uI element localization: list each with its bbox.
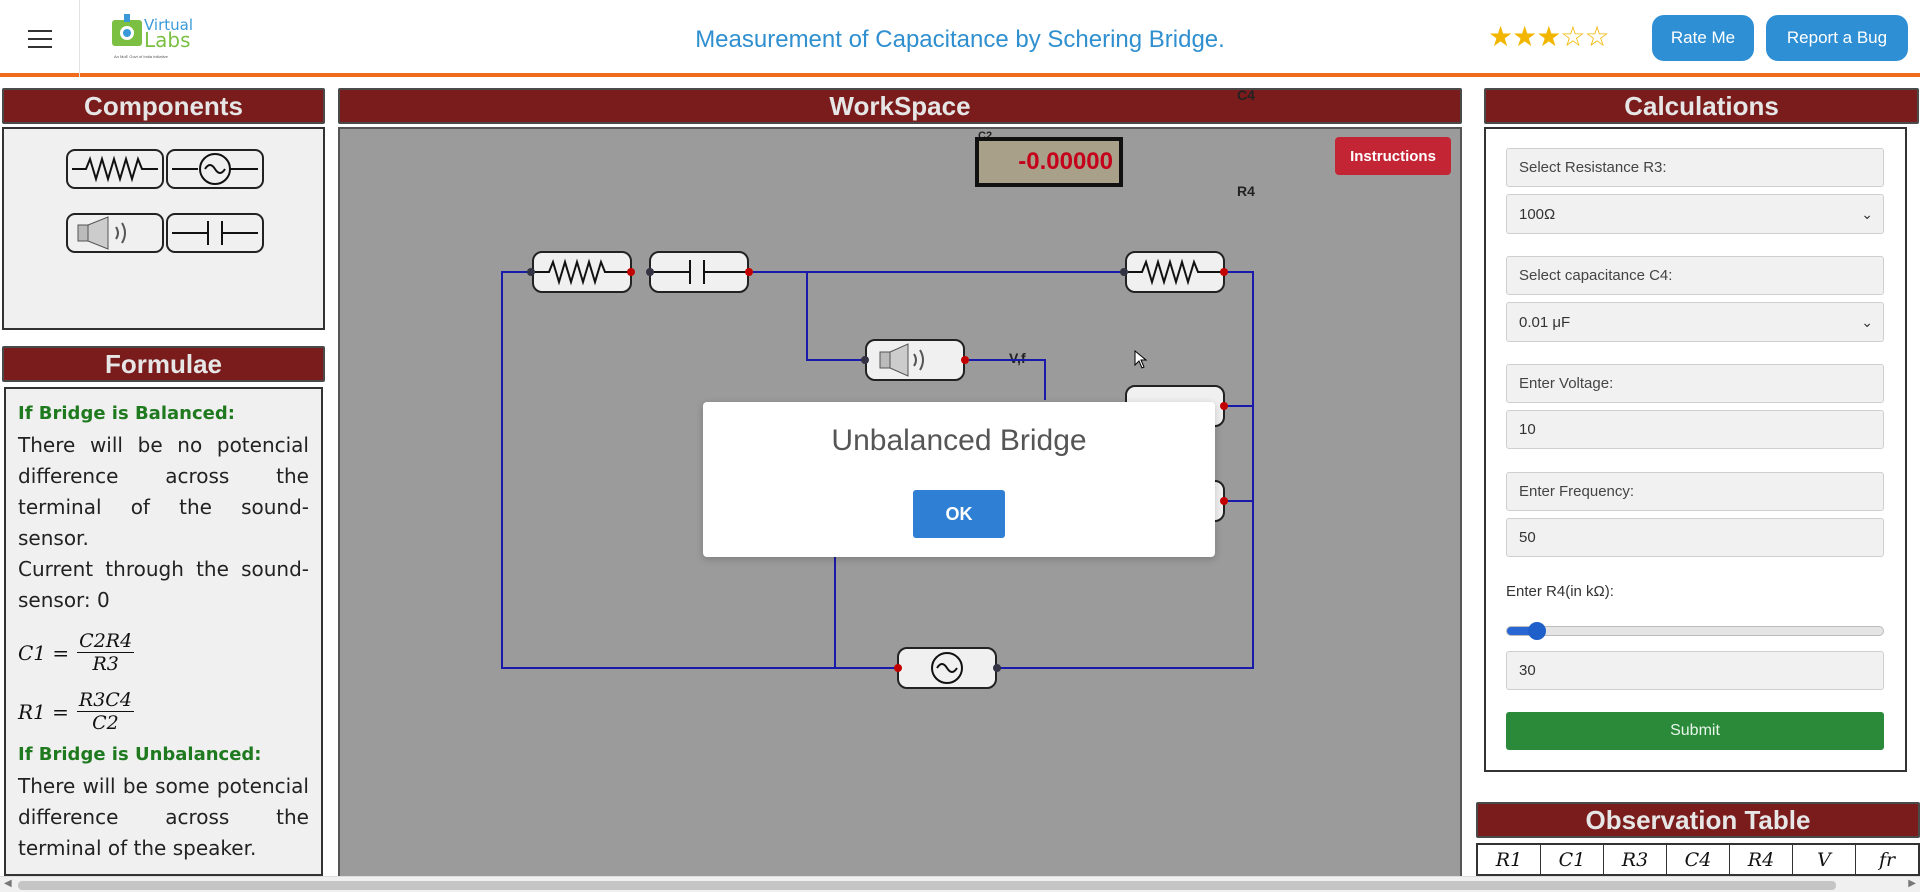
- formulae-panel: If Bridge is Balanced: There will be no …: [4, 387, 323, 876]
- star-filled-icon[interactable]: ★: [1536, 21, 1561, 52]
- r3-select-value: 100Ω: [1519, 205, 1556, 223]
- formula-r1-lhs: R1 =: [18, 699, 69, 724]
- chevron-down-icon: ⌄: [1861, 314, 1873, 330]
- r4-label: Enter R4(in kΩ):: [1506, 583, 1614, 600]
- logo-subtitle: An MoE Govt of India Initiative: [114, 54, 168, 59]
- frequency-input[interactable]: 50: [1506, 518, 1884, 557]
- flask-logo-icon: [112, 14, 142, 46]
- r3-label-field: Select Resistance R3:: [1506, 148, 1884, 187]
- unbalanced-text: There will be some potencial difference …: [18, 774, 309, 860]
- formula-r1: R1 = R3C4 C2: [18, 689, 309, 734]
- star-filled-icon[interactable]: ★: [1488, 21, 1513, 52]
- logo-line2: Labs: [144, 28, 191, 52]
- logo-text: Virtual Labs: [144, 18, 193, 52]
- scroll-right-icon[interactable]: ▶: [1908, 878, 1916, 889]
- speaker-icon: [77, 216, 126, 250]
- label-c4: C4: [1237, 87, 1255, 103]
- ac-source-icon: [172, 153, 258, 185]
- galvanometer-display: -0.00000: [975, 137, 1123, 187]
- formula-c1: C1 = C2R4 R3: [18, 630, 309, 675]
- star-empty-icon[interactable]: ☆: [1584, 21, 1609, 52]
- star-empty-icon[interactable]: ☆: [1560, 21, 1585, 52]
- r4-value-input[interactable]: 30: [1506, 651, 1884, 690]
- star-filled-icon[interactable]: ★: [1512, 21, 1537, 52]
- submit-button[interactable]: Submit: [1506, 712, 1884, 750]
- rate-me-button[interactable]: Rate Me: [1652, 15, 1754, 61]
- formula-r1-den: C2: [92, 712, 119, 734]
- col-c1: C1: [1541, 845, 1604, 874]
- c4-select[interactable]: 0.01 μF ⌄: [1506, 302, 1884, 342]
- top-header: Virtual Labs An MoE Govt of India Initia…: [0, 0, 1920, 77]
- horizontal-scrollbar[interactable]: ◀ ▶: [0, 876, 1920, 892]
- observation-table: R1 C1 R3 C4 R4 V fr: [1476, 843, 1920, 876]
- instructions-button[interactable]: Instructions: [1335, 137, 1451, 175]
- alert-dialog: Unbalanced Bridge OK: [703, 402, 1215, 557]
- formulae-header: Formulae: [2, 346, 325, 382]
- formula-r1-num: R3C4: [76, 689, 134, 712]
- capacitor-icon: [172, 221, 258, 245]
- label-vf: V,f: [1009, 350, 1026, 366]
- chevron-down-icon: ⌄: [1861, 206, 1873, 222]
- workspace-header: WorkSpace: [338, 88, 1462, 124]
- balanced-heading: If Bridge is Balanced:: [18, 403, 235, 424]
- current-text: Current through the sound-sensor: 0: [18, 557, 309, 612]
- col-r3: R3: [1604, 845, 1667, 874]
- calculations-header: Calculations: [1484, 88, 1919, 124]
- col-r1: R1: [1478, 845, 1541, 874]
- report-bug-button[interactable]: Report a Bug: [1766, 15, 1908, 61]
- r4-slider-thumb[interactable]: [1528, 622, 1547, 640]
- ok-button[interactable]: OK: [913, 490, 1005, 538]
- formula-c1-num: C2R4: [77, 630, 135, 653]
- ac-source-component[interactable]: [166, 149, 264, 189]
- speaker-component[interactable]: [66, 213, 164, 253]
- label-r4: R4: [1237, 183, 1255, 199]
- formula-c1-den: R3: [92, 653, 119, 675]
- r3-select[interactable]: 100Ω ⌄: [1506, 194, 1884, 234]
- virtual-labs-logo[interactable]: Virtual Labs An MoE Govt of India Initia…: [108, 12, 200, 62]
- unbalanced-heading: If Bridge is Unbalanced:: [18, 744, 262, 765]
- mouse-cursor-icon: [1134, 350, 1148, 369]
- dialog-title: Unbalanced Bridge: [831, 424, 1087, 457]
- hamburger-icon: [27, 27, 52, 51]
- page-title: Measurement of Capacitance by Schering B…: [695, 26, 1225, 53]
- col-c4: C4: [1667, 845, 1730, 874]
- r4-slider[interactable]: [1506, 622, 1884, 640]
- scroll-left-icon[interactable]: ◀: [4, 878, 12, 889]
- components-header: Components: [2, 88, 325, 124]
- menu-button[interactable]: [0, 0, 80, 77]
- frequency-label-field: Enter Frequency:: [1506, 472, 1884, 511]
- voltage-label-field: Enter Voltage:: [1506, 364, 1884, 403]
- resistor-icon: [72, 155, 158, 183]
- observation-table-header: Observation Table: [1476, 802, 1920, 838]
- c4-label-field: Select capacitance C4:: [1506, 256, 1884, 295]
- star-rating[interactable]: ★★★☆☆: [1488, 20, 1610, 53]
- col-r4: R4: [1730, 845, 1793, 874]
- components-panel: [2, 127, 325, 330]
- resistor-component[interactable]: [66, 149, 164, 189]
- scrollbar-thumb[interactable]: [18, 881, 1836, 890]
- balanced-text: There will be no potencial difference ac…: [18, 433, 309, 550]
- col-fr: fr: [1878, 848, 1896, 871]
- col-v: V: [1793, 845, 1856, 874]
- voltage-input[interactable]: 10: [1506, 410, 1884, 449]
- c4-select-value: 0.01 μF: [1519, 313, 1571, 331]
- capacitor-component[interactable]: [166, 213, 264, 253]
- formula-c1-lhs: C1 =: [18, 640, 70, 665]
